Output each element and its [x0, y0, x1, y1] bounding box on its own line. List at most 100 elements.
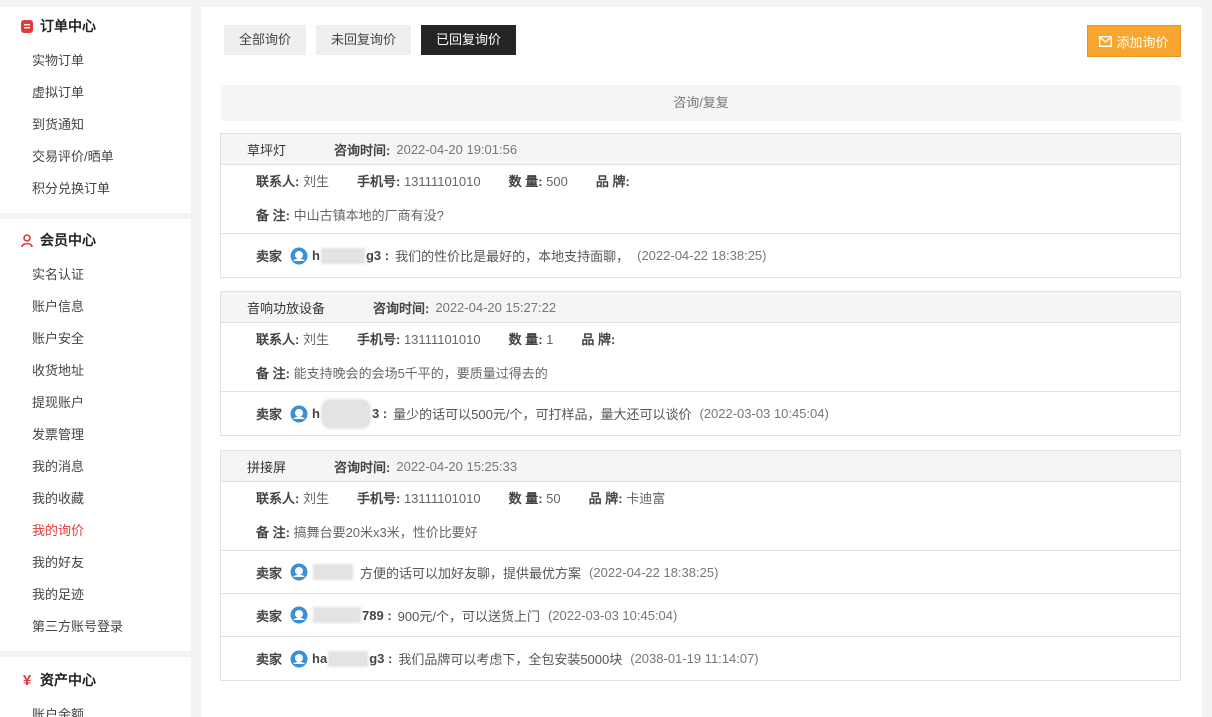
section-divider: [0, 651, 191, 657]
tab-unreplied-inquiries[interactable]: 未回复询价: [316, 25, 412, 55]
product-name: 拼接屏: [247, 459, 287, 475]
inquiry-info-row: 联系人: 刘生 手机号: 13111101010 数 量: 1 品 牌:: [221, 323, 1180, 354]
seller-name-start: ha: [312, 651, 328, 666]
tab-all-inquiries[interactable]: 全部询价: [224, 25, 307, 55]
sidebar-item-third-party-login[interactable]: 第三方账号登录: [0, 611, 191, 643]
sidebar-item-my-inquiries[interactable]: 我的询价: [0, 515, 191, 547]
phone-value: 13111101010: [403, 491, 481, 506]
add-inquiry-button[interactable]: 添加询价: [1087, 25, 1181, 57]
masked-name: [313, 564, 354, 580]
inquiry-card-header: 音响功放设备 咨询时间: 2022-04-20 15:27:22: [221, 292, 1180, 323]
yen-icon: ¥: [22, 671, 32, 689]
ask-time-value: 2022-04-20 15:25:33: [396, 458, 518, 474]
reply-time: (2022-03-03 10:45:04): [547, 607, 678, 623]
product-name: 草坪灯: [247, 142, 287, 158]
masked-name: [328, 650, 369, 667]
ask-time-value: 2022-04-20 19:01:56: [396, 141, 518, 157]
sidebar-item-reviews[interactable]: 交易评价/晒单: [0, 141, 191, 173]
sidebar-item-account-info[interactable]: 账户信息: [0, 291, 191, 323]
reply-item: 卖家 ha g3 : 我们品牌可以考虑下，全包安装5000块 (2038-01-1…: [221, 637, 1180, 680]
seller-name-start: h: [312, 406, 320, 421]
remark-row: 备 注: 能支持晚会的会场5千平的，要质量过得去的: [221, 354, 1180, 392]
seller-label: 卖家: [256, 608, 283, 624]
reply-time: (2038-01-19 11:14:07): [630, 651, 759, 666]
section-title: 订单中心: [40, 18, 96, 34]
brand-label: 品 牌:: [581, 332, 616, 347]
qty-label: 数 量:: [508, 174, 543, 189]
reply-time: (2022-03-03 10:45:04): [699, 406, 829, 421]
sidebar-item-address[interactable]: 收货地址: [0, 355, 191, 387]
section-title: 资产中心: [40, 672, 96, 688]
contact-value: 刘生: [302, 174, 329, 189]
ask-time-value: 2022-04-20 15:27:22: [435, 299, 557, 315]
masked-name: [320, 247, 365, 264]
reply-item: 卖家 h 3 : 量少的话可以500元/个，可打样品，量大还可以谈价 (2022-…: [221, 392, 1180, 435]
ask-time-label: 咨询时间:: [334, 142, 391, 158]
product-name: 音响功放设备: [247, 300, 326, 316]
phone-label: 手机号:: [356, 174, 401, 189]
sidebar-item-arrival-notice[interactable]: 到货通知: [0, 109, 191, 141]
inquiry-card: 音响功放设备 咨询时间: 2022-04-20 15:27:22 联系人: 刘生…: [220, 291, 1181, 436]
sidebar-section-orders: 订单中心: [0, 7, 191, 45]
add-inquiry-label: 添加询价: [1116, 34, 1169, 50]
ask-time-label: 咨询时间:: [334, 459, 391, 475]
seller-label: 卖家: [256, 565, 283, 581]
phone-label: 手机号:: [356, 491, 401, 506]
remark-value: 能支持晚会的会场5千平的，要质量过得去的: [293, 366, 548, 381]
inquiry-tabs: 全部询价 未回复询价 已回复询价: [224, 25, 526, 55]
reply-text: 我们的性价比是最好的，本地支持面聊，: [395, 249, 630, 264]
phone-label: 手机号:: [356, 332, 401, 347]
inquiry-info-row: 联系人: 刘生 手机号: 13111101010 数 量: 500 品 牌:: [221, 165, 1180, 196]
sidebar-section-assets: ¥ 资产中心: [0, 661, 191, 699]
contact-label: 联系人:: [256, 491, 300, 506]
sidebar-item-real-name[interactable]: 实名认证: [0, 259, 191, 291]
sidebar-item-balance[interactable]: 账户余额: [0, 699, 191, 717]
remark-row: 备 注: 中山古镇本地的厂商有没?: [221, 196, 1180, 234]
seller-label: 卖家: [256, 652, 283, 667]
inquiry-card-header: 草坪灯 咨询时间: 2022-04-20 19:01:56: [221, 134, 1180, 165]
reply-item: 卖家 方便的话可以加好友聊，提供最优方案 (2022-04-22 18:38:2…: [221, 551, 1180, 594]
seller-name-start: h: [312, 248, 320, 263]
qty-value: 1: [546, 332, 554, 347]
seller-name-end: g3 :: [369, 651, 393, 666]
seller-avatar-icon: [290, 405, 308, 422]
reply-text: 900元/个，可以送货上门: [397, 608, 540, 624]
qty-value: 50: [546, 491, 561, 506]
seller-label: 卖家: [256, 249, 283, 264]
remark-row: 备 注: 搞舞台要20米x3米，性价比要好: [221, 513, 1180, 551]
reply-time: (2022-04-22 18:38:25): [637, 248, 767, 263]
sidebar-item-invoice[interactable]: 发票管理: [0, 419, 191, 451]
sidebar-item-account-security[interactable]: 账户安全: [0, 323, 191, 355]
qty-value: 500: [546, 174, 568, 189]
sidebar-item-favorites[interactable]: 我的收藏: [0, 483, 191, 515]
section-divider: [0, 213, 191, 219]
seller-avatar-icon: [290, 650, 308, 667]
remark-label: 备 注:: [256, 525, 290, 540]
seller-name-end: g3 :: [365, 248, 390, 263]
ask-time-label: 咨询时间:: [373, 300, 430, 316]
qty-label: 数 量:: [508, 491, 543, 506]
reply-time: (2022-04-22 18:38:25): [589, 564, 719, 580]
seller-avatar-icon: [290, 606, 308, 624]
inquiry-card: 草坪灯 咨询时间: 2022-04-20 19:01:56 联系人: 刘生 手机…: [220, 133, 1181, 278]
tab-replied-inquiries[interactable]: 已回复询价: [421, 25, 517, 55]
sidebar-item-points-orders[interactable]: 积分兑换订单: [0, 173, 191, 205]
contact-label: 联系人:: [256, 332, 300, 347]
reply-text: 量少的话可以500元/个，可打样品，量大还可以谈价: [393, 407, 692, 422]
sidebar-item-friends[interactable]: 我的好友: [0, 547, 191, 579]
inquiry-info-row: 联系人: 刘生 手机号: 13111101010 数 量: 50 品 牌: 卡迪…: [221, 482, 1180, 513]
masked-name: [313, 607, 362, 623]
brand-value: 卡迪富: [626, 491, 666, 506]
seller-label: 卖家: [256, 407, 283, 422]
phone-value: 13111101010: [403, 332, 481, 347]
sidebar-item-physical-orders[interactable]: 实物订单: [0, 45, 191, 77]
remark-value: 中山古镇本地的厂商有没?: [293, 208, 444, 223]
sidebar-item-virtual-orders[interactable]: 虚拟订单: [0, 77, 191, 109]
masked-name: [320, 398, 371, 429]
sidebar-item-messages[interactable]: 我的消息: [0, 451, 191, 483]
inquiry-card: 拼接屏 咨询时间: 2022-04-20 15:25:33 联系人: 刘生 手机…: [220, 450, 1181, 681]
sidebar-item-withdraw-account[interactable]: 提现账户: [0, 387, 191, 419]
main-panel: 全部询价 未回复询价 已回复询价 添加询价 咨询/复复 草坪灯 咨询时间: 20…: [201, 7, 1202, 717]
sidebar-item-footprints[interactable]: 我的足迹: [0, 579, 191, 611]
inquiry-card-header: 拼接屏 咨询时间: 2022-04-20 15:25:33: [221, 451, 1180, 482]
